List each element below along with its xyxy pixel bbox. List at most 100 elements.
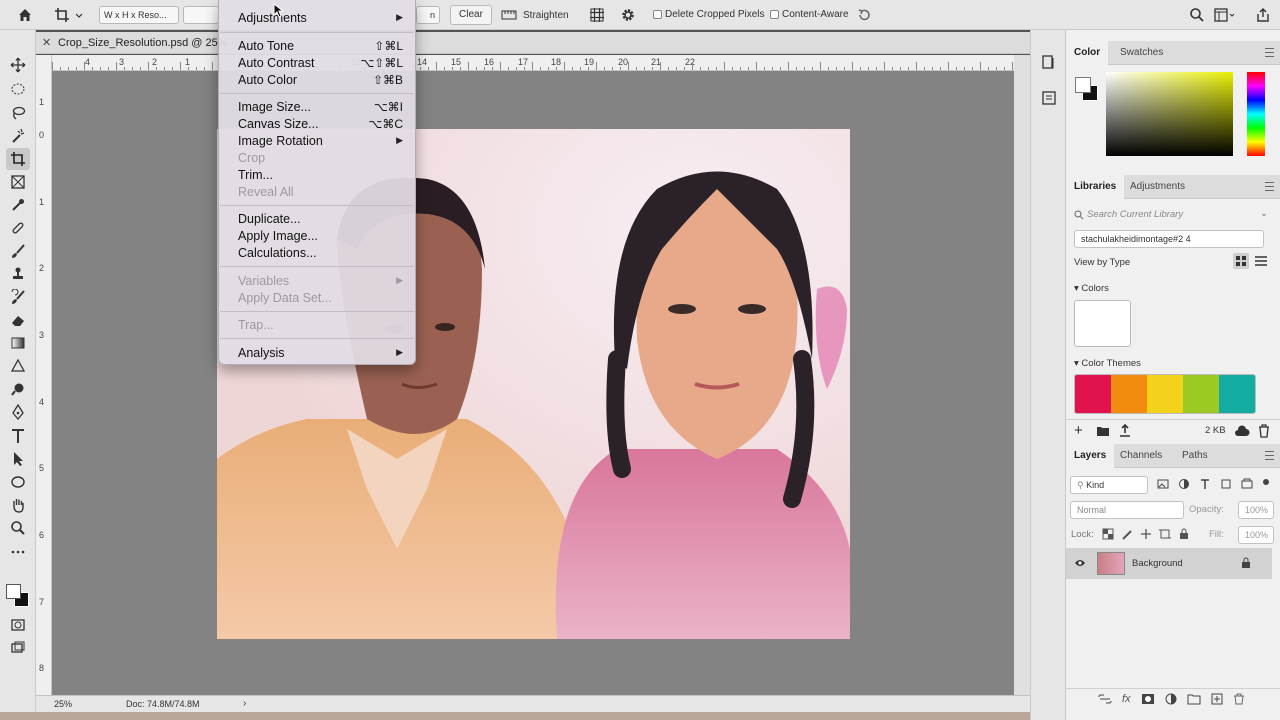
vertical-scrollbar[interactable] — [1014, 55, 1030, 695]
color-theme-swatches[interactable] — [1074, 374, 1256, 414]
color-panel-swatches[interactable] — [1074, 75, 1100, 103]
lock-transparent-icon[interactable] — [1102, 528, 1114, 540]
history-brush-tool-icon[interactable] — [6, 286, 30, 308]
lock-all-icon[interactable] — [1178, 528, 1190, 540]
path-selection-tool-icon[interactable] — [6, 448, 30, 470]
lasso-tool-icon[interactable] — [6, 102, 30, 124]
gear-icon[interactable] — [619, 0, 637, 30]
lock-position-icon[interactable] — [1140, 528, 1152, 540]
smart-object-filter-icon[interactable] — [1241, 478, 1253, 490]
pen-tool-icon[interactable] — [6, 401, 30, 423]
tab-swatches[interactable]: Swatches — [1112, 41, 1171, 65]
grid-view-icon[interactable] — [1233, 253, 1249, 269]
panel-menu-icon[interactable] — [1265, 48, 1274, 57]
menu-item[interactable]: Analysis ▶ — [238, 344, 403, 361]
trash-icon[interactable] — [1258, 424, 1270, 438]
brush-tool-icon[interactable] — [6, 240, 30, 262]
theme-color-swatch[interactable] — [1111, 375, 1147, 413]
crop-ratio-select[interactable]: W x H x Reso... — [99, 6, 179, 24]
list-view-icon[interactable] — [1254, 253, 1268, 272]
crop-tool-preset-icon[interactable] — [52, 0, 86, 30]
link-layers-icon[interactable] — [1098, 693, 1112, 705]
more-tools-icon[interactable] — [6, 541, 30, 563]
document-tab[interactable]: ✕ Crop_Size_Resolution.psd @ 25% — [36, 32, 1036, 54]
new-group-icon[interactable] — [1187, 693, 1201, 705]
layer-mask-icon[interactable] — [1141, 693, 1155, 705]
color-swatches[interactable] — [4, 582, 32, 608]
tab-libraries[interactable]: Libraries — [1066, 175, 1125, 199]
workspace-icon[interactable] — [1213, 0, 1237, 30]
colors-heading[interactable]: ▾ Colors — [1074, 283, 1109, 294]
properties-panel-icon[interactable] — [1041, 90, 1057, 109]
library-color-swatch[interactable] — [1074, 300, 1131, 347]
hand-tool-icon[interactable] — [6, 494, 30, 516]
blend-mode-select[interactable]: Normal — [1070, 501, 1184, 519]
menu-item[interactable]: Adjustments ▶ — [238, 9, 403, 26]
opacity-input[interactable]: 100% — [1238, 501, 1274, 519]
gradient-tool-icon[interactable] — [6, 332, 30, 354]
quick-selection-tool-icon[interactable] — [6, 125, 30, 147]
clone-stamp-tool-icon[interactable] — [6, 263, 30, 285]
content-aware-checkbox[interactable]: Content-Aware — [770, 9, 849, 20]
color-field[interactable] — [1106, 72, 1233, 156]
clear-button[interactable]: Clear — [450, 5, 492, 25]
healing-brush-tool-icon[interactable] — [6, 217, 30, 239]
type-tool-icon[interactable] — [6, 425, 30, 447]
fill-input[interactable]: 100% — [1238, 526, 1274, 544]
tab-adjustments[interactable]: Adjustments — [1122, 175, 1193, 199]
width-input[interactable] — [183, 6, 219, 24]
hidden-select[interactable]: n — [416, 6, 440, 24]
layer-kind-filter[interactable]: ⚲ Kind — [1070, 476, 1148, 494]
tab-color[interactable]: Color — [1066, 41, 1109, 65]
chevron-down-icon[interactable]: ⌄ — [1260, 208, 1268, 219]
new-adjustment-layer-icon[interactable] — [1165, 693, 1177, 705]
blur-tool-icon[interactable] — [6, 355, 30, 377]
lock-artboard-icon[interactable] — [1159, 528, 1171, 540]
eye-icon[interactable] — [1074, 559, 1086, 567]
view-by-type-dropdown[interactable]: View by Type — [1074, 257, 1130, 268]
theme-color-swatch[interactable] — [1075, 375, 1111, 413]
menu-item[interactable]: Image Rotation ▶ — [238, 132, 403, 149]
marquee-tool-icon[interactable] — [6, 78, 30, 100]
chevron-right-icon[interactable]: › — [243, 698, 246, 709]
menu-item[interactable]: Canvas Size... ⌥⌘C — [238, 115, 403, 132]
type-filter-icon[interactable] — [1199, 478, 1211, 490]
upload-icon[interactable] — [1118, 424, 1132, 437]
dodge-tool-icon[interactable] — [6, 378, 30, 400]
adjustment-filter-icon[interactable] — [1178, 478, 1190, 490]
panel-menu-icon[interactable] — [1265, 451, 1274, 460]
panel-menu-icon[interactable] — [1265, 182, 1274, 191]
add-icon[interactable]: + — [1074, 422, 1083, 439]
theme-color-swatch[interactable] — [1219, 375, 1255, 413]
eraser-tool-icon[interactable] — [6, 309, 30, 331]
doc-info[interactable]: Doc: 74.8M/74.8M — [126, 699, 200, 709]
library-search-input[interactable]: Search Current Library — [1087, 209, 1183, 220]
crop-tool-icon[interactable] — [6, 148, 30, 170]
library-search[interactable]: Search Current Library ⌄ — [1074, 207, 1268, 223]
zoom-tool-icon[interactable] — [6, 517, 30, 539]
fx-icon[interactable]: fx — [1122, 693, 1131, 705]
theme-color-swatch[interactable] — [1183, 375, 1219, 413]
reset-icon[interactable] — [855, 0, 873, 30]
close-icon[interactable]: ✕ — [42, 36, 51, 49]
vertical-ruler[interactable]: 1 0 1 2 3 4 5 6 7 8 — [36, 55, 52, 695]
hue-slider[interactable] — [1247, 72, 1265, 156]
tab-paths[interactable]: Paths — [1174, 444, 1216, 468]
frame-tool-icon[interactable] — [6, 171, 30, 193]
foreground-color-swatch[interactable] — [6, 584, 21, 599]
foreground-color-swatch[interactable] — [1075, 77, 1091, 93]
color-themes-heading[interactable]: ▾ Color Themes — [1074, 358, 1141, 369]
menu-item[interactable]: Duplicate... — [238, 210, 403, 227]
library-select[interactable]: stachulakheidimontage#2 4 — [1074, 230, 1264, 248]
menu-item[interactable]: Calculations... — [238, 244, 403, 261]
delete-cropped-pixels-checkbox[interactable]: Delete Cropped Pixels — [653, 9, 765, 20]
eyedropper-tool-icon[interactable] — [6, 194, 30, 216]
cloud-icon[interactable] — [1234, 425, 1250, 437]
screen-mode-icon[interactable] — [6, 637, 30, 659]
layer-row[interactable]: Background — [1066, 548, 1272, 579]
history-panel-icon[interactable] — [1041, 54, 1057, 73]
new-layer-icon[interactable] — [1211, 693, 1223, 705]
move-tool-icon[interactable] — [6, 54, 30, 76]
menu-item[interactable]: Trim... — [238, 166, 403, 183]
quick-mask-icon[interactable] — [6, 614, 30, 636]
